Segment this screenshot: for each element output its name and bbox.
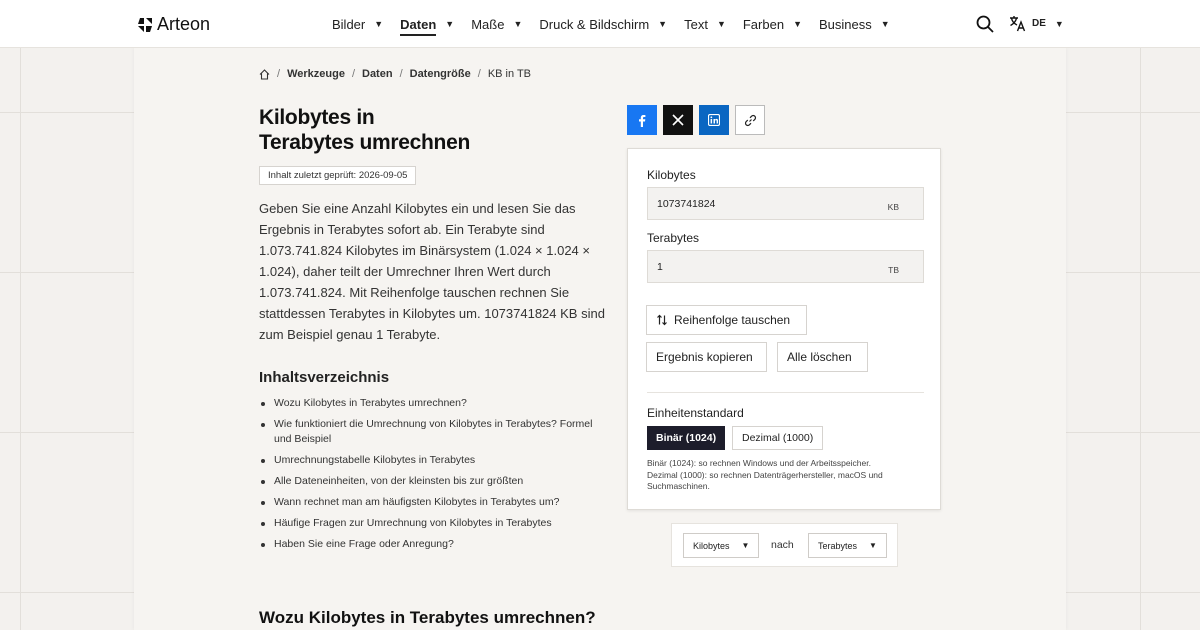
- main-nav: Bilder ▼ Daten ▼ Maße ▼ Druck & Bildschirm ▼…: [332, 0, 907, 48]
- swap-order-label: Reihenfolge tauschen: [674, 313, 791, 327]
- swap-vertical-icon: [657, 314, 667, 326]
- share-facebook-button[interactable]: [627, 105, 657, 135]
- standard-note-binary: Binär (1024): so rechnen Windows und der…: [647, 458, 871, 468]
- nav-item-text[interactable]: Text ▼: [684, 17, 726, 32]
- clear-all-button[interactable]: Alle löschen: [777, 342, 868, 372]
- caret-down-icon: ▼: [374, 19, 384, 29]
- toc-link[interactable]: Alle Dateneinheiten, von der kleinsten b…: [261, 474, 594, 489]
- brand-logo[interactable]: Arteon: [137, 14, 210, 35]
- caret-down-icon: ▼: [793, 19, 802, 29]
- nav-item-daten[interactable]: Daten ▼: [400, 13, 454, 36]
- toc-link[interactable]: Wozu Kilobytes in Terabytes umrechnen?: [261, 396, 594, 411]
- brand-name: Arteon: [157, 14, 211, 34]
- section-heading: Wozu Kilobytes in Terabytes umrechnen?: [259, 608, 596, 627]
- caret-down-icon: ▼: [658, 19, 668, 29]
- intro-paragraph: Geben Sie eine Anzahl Kilobytes ein und …: [259, 201, 605, 342]
- unit-picker: Kilobytes ▼ nach Terabytes ▼: [671, 523, 898, 567]
- breadcrumb-link-datengroesse[interactable]: Datengröße: [410, 68, 471, 80]
- terabytes-field: TB: [647, 250, 924, 283]
- home-icon[interactable]: [259, 68, 270, 80]
- page-title: Kilobytes in Terabytes umrechnen: [259, 105, 559, 155]
- translate-icon: [1010, 16, 1026, 32]
- nav-item-masse[interactable]: Maße ▼: [471, 17, 522, 32]
- page-title-line1: Kilobytes in: [259, 106, 375, 129]
- link-icon: [744, 114, 756, 126]
- toc-list: Wozu Kilobytes in Terabytes umrechnen? W…: [261, 396, 594, 558]
- terabytes-input[interactable]: [648, 251, 878, 282]
- toc-link[interactable]: Wie funktioniert die Umrechnung von Kilo…: [261, 417, 594, 447]
- from-unit-value: Kilobytes: [693, 540, 730, 551]
- unit-standard-title: Einheitenstandard: [647, 406, 744, 420]
- breadcrumb-separator: /: [351, 68, 355, 80]
- caret-down-icon: ▼: [513, 19, 523, 29]
- swap-order-button[interactable]: Reihenfolge tauschen: [646, 305, 807, 335]
- share-linkedin-button[interactable]: [699, 105, 729, 135]
- top-bar: Arteon Bilder ▼ Daten ▼ Maße ▼ Druck & Bild…: [0, 0, 1200, 48]
- nav-item-bilder[interactable]: Bilder ▼: [332, 17, 383, 32]
- toc-link[interactable]: Wann rechnet man am häufigsten Kilobytes…: [261, 495, 594, 510]
- unit-suffix-kb: KB: [887, 202, 899, 212]
- standard-note-decimal: Dezimal (1000): so rechnen Datenträgerhe…: [647, 469, 883, 492]
- breadcrumb-separator: /: [399, 68, 403, 80]
- nav-item-farben[interactable]: Farben ▼: [743, 17, 802, 32]
- nav-item-business[interactable]: Business ▼: [819, 17, 890, 32]
- nav-label: Text: [684, 16, 708, 32]
- x-icon: [672, 114, 684, 126]
- unit-suffix-tb: TB: [888, 265, 899, 275]
- language-switcher[interactable]: DE ▼: [1009, 15, 1064, 32]
- standard-decimal-option[interactable]: Dezimal (1000): [732, 426, 824, 450]
- search-icon[interactable]: [975, 14, 995, 34]
- converter-card: Kilobytes KB Terabytes TB Reihenfolge ta…: [627, 148, 941, 510]
- caret-down-icon: ▼: [741, 541, 750, 550]
- nav-label: Druck & Bildschirm: [539, 16, 650, 32]
- nav-label: Maße: [471, 16, 505, 32]
- copy-link-button[interactable]: [735, 105, 765, 135]
- nav-label: Farben: [742, 16, 785, 32]
- nav-item-druck-bildschirm[interactable]: Druck & Bildschirm ▼: [539, 17, 667, 32]
- toc-link[interactable]: Häufige Fragen zur Umrechnung von Kiloby…: [261, 516, 594, 531]
- reviewed-badge: Inhalt zuletzt geprüft: 2026-09-05: [259, 166, 417, 185]
- breadcrumb-current: KB in TB: [487, 68, 532, 80]
- to-field-label: Terabytes: [647, 231, 700, 245]
- linkedin-icon: [708, 114, 720, 126]
- nav-label: Bilder: [332, 16, 366, 32]
- nav-label: Business: [818, 16, 872, 32]
- breadcrumb-link-werkzeuge[interactable]: Werkzeuge: [287, 68, 345, 80]
- facebook-icon: [639, 114, 646, 127]
- language-code: DE: [1032, 18, 1046, 29]
- divider: [647, 392, 924, 393]
- toc-heading: Inhaltsverzeichnis: [259, 369, 390, 386]
- share-x-button[interactable]: [663, 105, 693, 135]
- kilobytes-field: KB: [647, 187, 924, 220]
- toc-link[interactable]: Haben Sie eine Frage oder Anregung?: [261, 537, 594, 552]
- breadcrumb-separator: /: [477, 68, 481, 80]
- breadcrumb-link-daten[interactable]: Daten: [362, 68, 393, 80]
- caret-down-icon: ▼: [880, 19, 890, 29]
- caret-down-icon: ▼: [716, 19, 726, 29]
- standard-note: Binär (1024): so rechnen Windows und der…: [647, 458, 917, 493]
- standard-binary-option[interactable]: Binär (1024): [647, 426, 726, 450]
- to-unit-select[interactable]: Terabytes ▼: [808, 533, 887, 558]
- from-field-label: Kilobytes: [647, 168, 696, 182]
- from-unit-select[interactable]: Kilobytes ▼: [683, 533, 759, 558]
- caret-down-icon: ▼: [869, 541, 877, 550]
- page-title-line2: Terabytes umrechnen: [259, 131, 470, 154]
- to-unit-value: Terabytes: [818, 540, 858, 551]
- caret-down-icon: ▼: [1054, 18, 1064, 29]
- caret-down-icon: ▼: [445, 19, 455, 29]
- breadcrumb-separator: /: [277, 68, 281, 80]
- copy-result-button[interactable]: Ergebnis kopieren: [646, 342, 767, 372]
- unit-picker-connector: nach: [771, 539, 794, 551]
- breadcrumb: / Werkzeuge / Daten / Datengröße / KB in…: [259, 68, 531, 80]
- arteon-logo-icon: [138, 17, 152, 32]
- kilobytes-input[interactable]: [648, 188, 878, 219]
- toc-link[interactable]: Umrechnungstabelle Kilobytes in Terabyte…: [261, 453, 594, 468]
- nav-label: Daten: [400, 17, 437, 36]
